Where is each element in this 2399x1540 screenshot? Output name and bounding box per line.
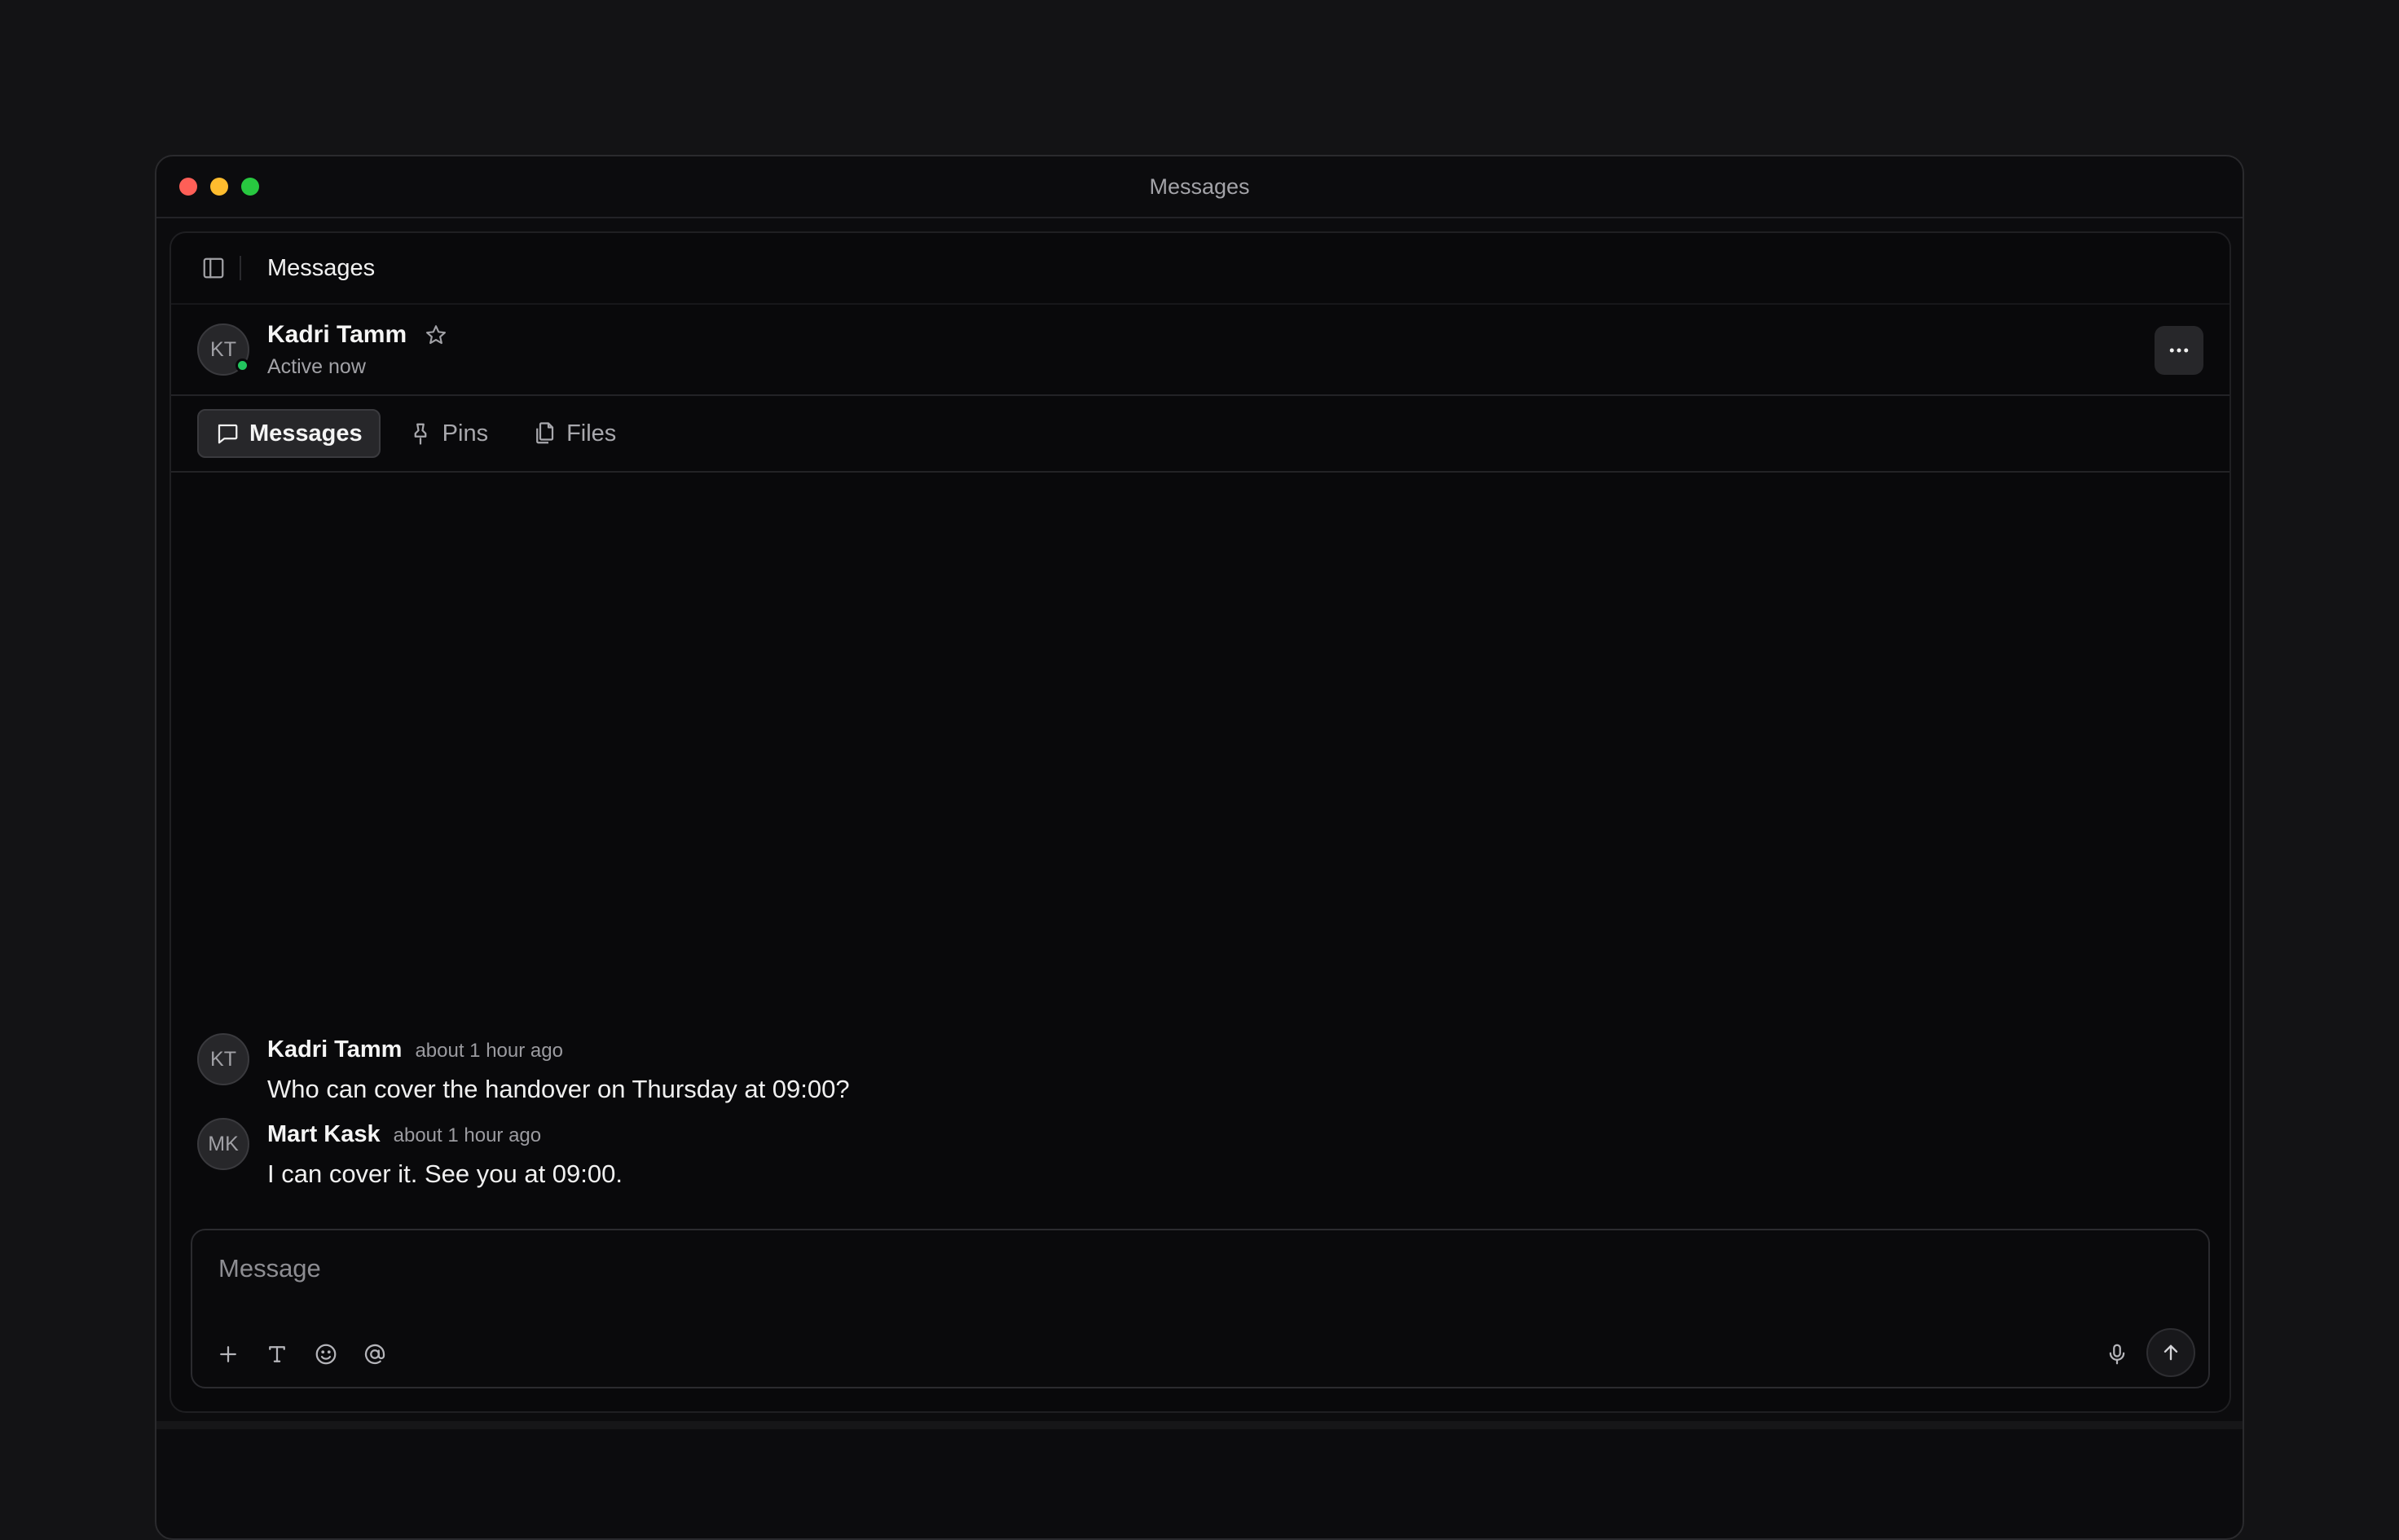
window-title: Messages bbox=[1149, 174, 1250, 199]
star-icon bbox=[426, 324, 447, 344]
mention-icon bbox=[364, 1344, 385, 1365]
message-meta: Mart Kask about 1 hour ago bbox=[267, 1121, 623, 1148]
message-author: Kadri Tamm bbox=[267, 1036, 403, 1063]
files-icon bbox=[536, 422, 554, 444]
avatar-initials: KT bbox=[210, 337, 236, 361]
contact-header: KT Kadri Tamm Active now bbox=[171, 305, 2230, 396]
message-square-icon bbox=[218, 424, 238, 444]
mention-button[interactable] bbox=[357, 1336, 393, 1372]
window-controls bbox=[179, 178, 259, 196]
tab-label: Messages bbox=[249, 420, 363, 447]
more-options-button[interactable] bbox=[2155, 326, 2203, 375]
message-meta: Kadri Tamm about 1 hour ago bbox=[267, 1036, 850, 1063]
text-format-icon bbox=[269, 1346, 285, 1362]
message-avatar[interactable]: MK bbox=[197, 1118, 249, 1170]
message-item: MK Mart Kask about 1 hour ago I can cove… bbox=[197, 1118, 623, 1189]
composer-toolbar bbox=[210, 1336, 393, 1372]
tab-label: Files bbox=[566, 420, 617, 447]
message-text: I can cover it. See you at 09:00. bbox=[267, 1159, 623, 1188]
avatar-initials: MK bbox=[208, 1132, 239, 1155]
arrow-up-icon bbox=[2164, 1344, 2178, 1361]
message-item: KT Kadri Tamm about 1 hour ago Who can c… bbox=[197, 1033, 850, 1104]
message-input[interactable] bbox=[218, 1248, 2093, 1289]
contact-name-row: Kadri Tamm bbox=[267, 321, 449, 349]
contact-avatar[interactable]: KT bbox=[197, 323, 249, 376]
tab-messages[interactable]: Messages bbox=[197, 409, 381, 458]
message-avatar[interactable]: KT bbox=[197, 1033, 249, 1085]
message-composer bbox=[191, 1229, 2210, 1388]
avatar-initials: KT bbox=[210, 1047, 236, 1071]
plus-icon bbox=[220, 1346, 236, 1362]
header-divider bbox=[240, 256, 241, 280]
message-timestamp: about 1 hour ago bbox=[415, 1040, 563, 1062]
presence-indicator bbox=[235, 359, 249, 372]
emoji-icon bbox=[315, 1344, 337, 1365]
close-window-button[interactable] bbox=[179, 178, 197, 196]
tab-pins[interactable]: Pins bbox=[392, 409, 504, 458]
contact-status: Active now bbox=[267, 354, 366, 378]
page-title: Messages bbox=[267, 254, 376, 281]
panel-header: Messages bbox=[171, 233, 2230, 305]
pin-icon bbox=[414, 423, 427, 445]
add-attachment-button[interactable] bbox=[210, 1336, 246, 1372]
conversation-panel: Messages KT Kadri Tamm Active now Messag… bbox=[169, 231, 2231, 1413]
contact-info: Kadri Tamm Active now bbox=[267, 321, 449, 379]
sidebar-toggle-button[interactable] bbox=[199, 253, 228, 283]
message-timestamp: about 1 hour ago bbox=[393, 1124, 542, 1146]
message-author: Mart Kask bbox=[267, 1121, 381, 1147]
window-footer bbox=[156, 1421, 2243, 1429]
title-bar: Messages bbox=[156, 156, 2243, 218]
send-button[interactable] bbox=[2146, 1328, 2195, 1377]
tab-files[interactable]: Files bbox=[516, 409, 632, 458]
message-text: Who can cover the handover on Thursday a… bbox=[267, 1075, 850, 1103]
message-body: Kadri Tamm about 1 hour ago Who can cove… bbox=[267, 1033, 850, 1104]
voice-message-button[interactable] bbox=[2099, 1336, 2135, 1372]
more-horizontal-icon bbox=[2169, 348, 2189, 353]
conversation-tabs: Messages Pins Files bbox=[171, 396, 2230, 473]
minimize-window-button[interactable] bbox=[210, 178, 228, 196]
tab-label: Pins bbox=[442, 420, 489, 447]
emoji-button[interactable] bbox=[308, 1336, 344, 1372]
maximize-window-button[interactable] bbox=[241, 178, 259, 196]
microphone-icon bbox=[2109, 1344, 2125, 1365]
sidebar-icon bbox=[203, 257, 224, 279]
contact-name: Kadri Tamm bbox=[267, 320, 407, 348]
message-body: Mart Kask about 1 hour ago I can cover i… bbox=[267, 1118, 623, 1189]
favorite-button[interactable] bbox=[423, 322, 449, 348]
text-format-button[interactable] bbox=[259, 1336, 295, 1372]
app-window: Messages Messages KT Kadri Tamm Active n… bbox=[155, 155, 2244, 1540]
